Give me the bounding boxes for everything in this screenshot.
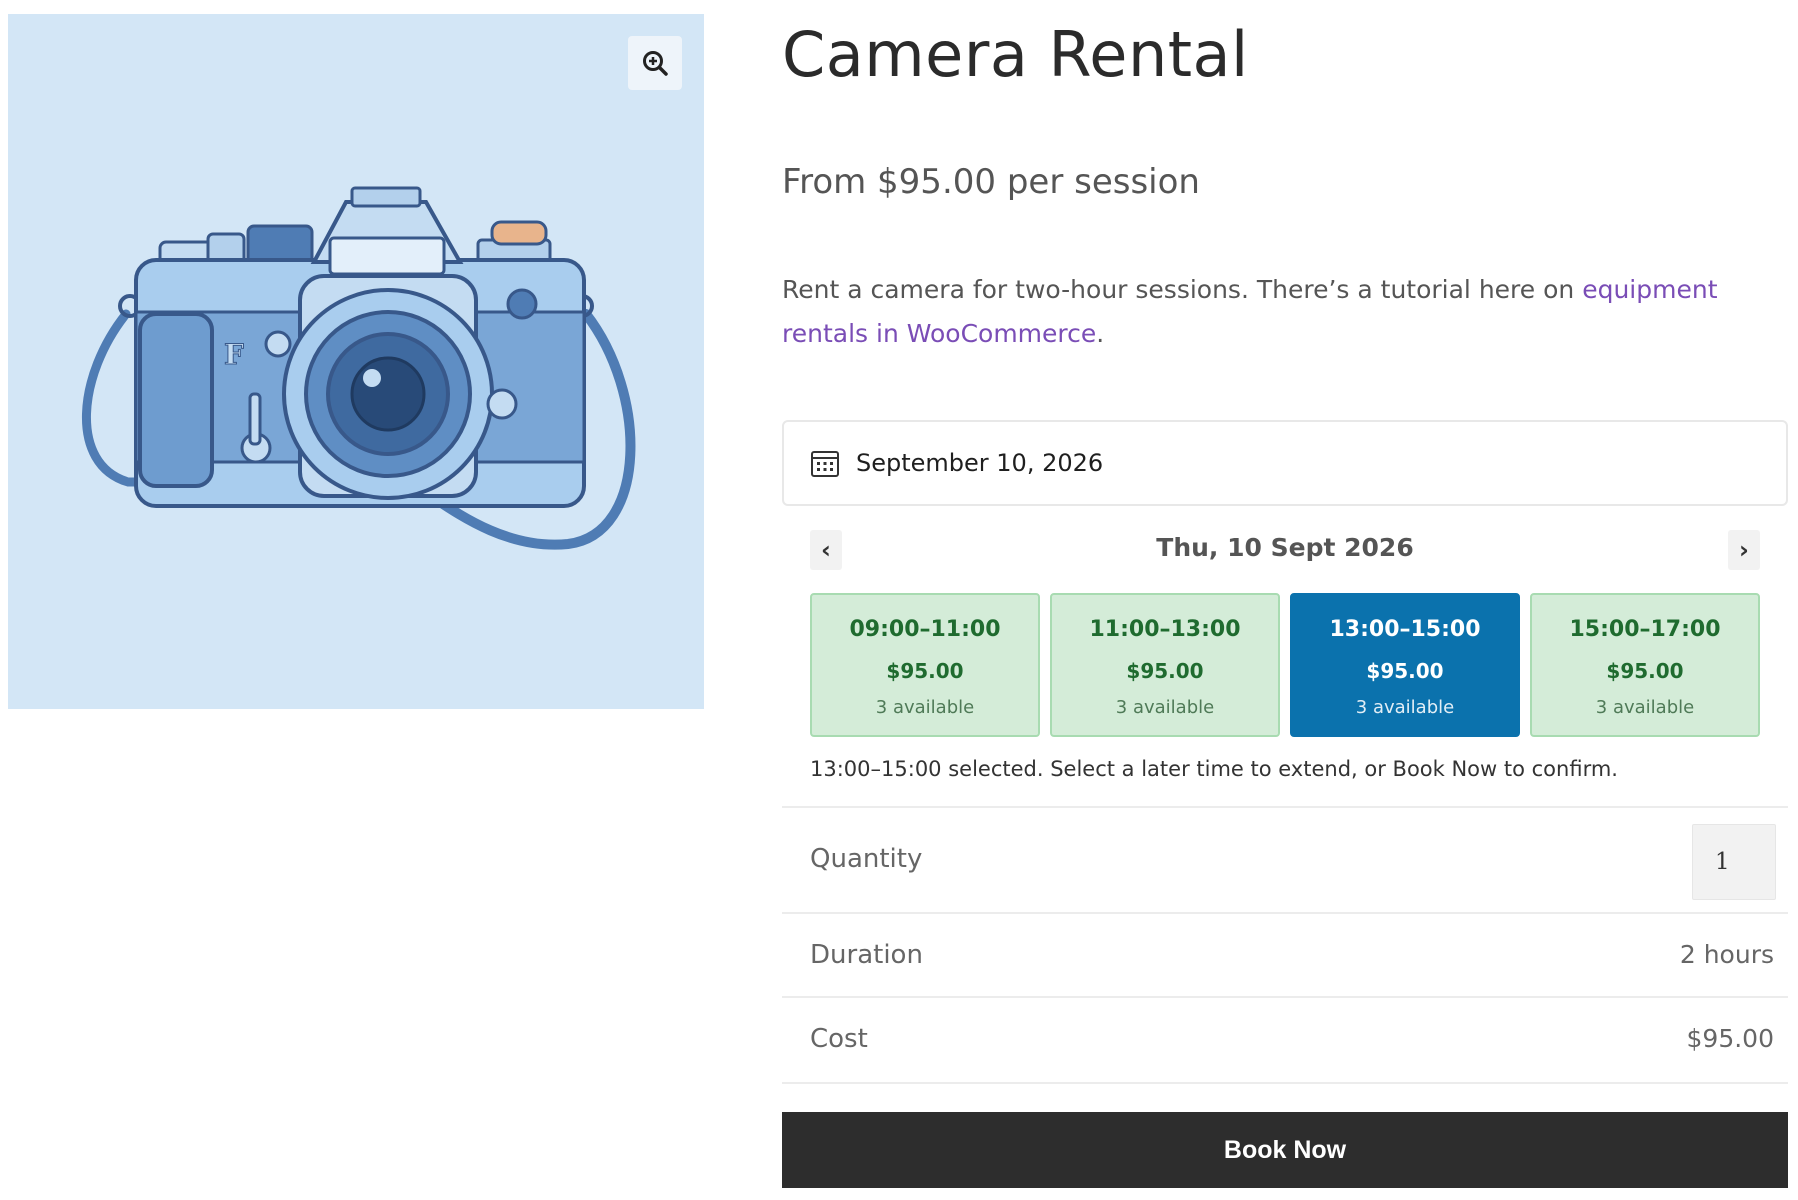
description-end: . xyxy=(1096,319,1105,348)
time-slot-selected[interactable]: 13:00–15:00 $95.00 3 available xyxy=(1290,593,1520,737)
cost-value: $95.00 xyxy=(1686,1024,1774,1053)
svg-text:F: F xyxy=(224,338,244,371)
time-slot[interactable]: 11:00–13:00 $95.00 3 available xyxy=(1050,593,1280,737)
magnifier-plus-icon xyxy=(643,51,668,76)
time-slot-list: 09:00–11:00 $95.00 3 available 11:00–13:… xyxy=(810,593,1760,737)
product-summary: Camera Rental From $95.00 per session Re… xyxy=(782,0,1788,1200)
product-description: Rent a camera for two-hour sessions. The… xyxy=(782,268,1782,356)
slot-availability: 3 available xyxy=(1115,697,1215,718)
previous-day-button[interactable]: ‹ xyxy=(810,530,842,570)
cost-label: Cost xyxy=(810,1024,868,1054)
date-picker-field[interactable]: September 10, 2026 xyxy=(782,420,1788,506)
book-now-button[interactable]: Book Now xyxy=(782,1112,1788,1188)
slot-availability: 3 available xyxy=(875,697,975,718)
slot-price: $95.00 xyxy=(886,659,964,683)
selected-date: September 10, 2026 xyxy=(856,449,1104,477)
description-text: Rent a camera for two-hour sessions. The… xyxy=(782,275,1583,304)
slot-price: $95.00 xyxy=(1126,659,1204,683)
product-title: Camera Rental xyxy=(782,18,1249,91)
slot-time: 09:00–11:00 xyxy=(849,617,1001,642)
slot-time: 11:00–13:00 xyxy=(1089,617,1241,642)
slot-price: $95.00 xyxy=(1366,659,1444,683)
duration-label: Duration xyxy=(810,940,923,970)
product-price: From $95.00 per session xyxy=(782,162,1200,202)
quantity-label: Quantity xyxy=(810,844,923,874)
slot-time: 15:00–17:00 xyxy=(1569,617,1721,642)
next-day-button[interactable]: › xyxy=(1728,530,1760,570)
quantity-input[interactable] xyxy=(1692,824,1776,900)
zoom-button[interactable] xyxy=(628,36,682,90)
day-label: Thu, 10 Sept 2026 xyxy=(1156,533,1414,562)
duration-row: Duration 2 hours xyxy=(782,914,1788,998)
time-slot[interactable]: 09:00–11:00 $95.00 3 available xyxy=(810,593,1040,737)
selection-note: 13:00–15:00 selected. Select a later tim… xyxy=(810,757,1618,781)
slot-availability: 3 available xyxy=(1595,697,1695,718)
cost-row: Cost $95.00 xyxy=(782,998,1788,1084)
time-slot[interactable]: 15:00–17:00 $95.00 3 available xyxy=(1530,593,1760,737)
quantity-row: Quantity xyxy=(782,806,1788,914)
slot-time: 13:00–15:00 xyxy=(1329,617,1481,642)
camera-illustration: F xyxy=(82,186,636,550)
duration-value: 2 hours xyxy=(1679,940,1774,969)
product-image[interactable]: F xyxy=(8,14,704,709)
slot-price: $95.00 xyxy=(1606,659,1684,683)
calendar-icon xyxy=(811,451,839,477)
slot-availability: 3 available xyxy=(1355,697,1455,718)
